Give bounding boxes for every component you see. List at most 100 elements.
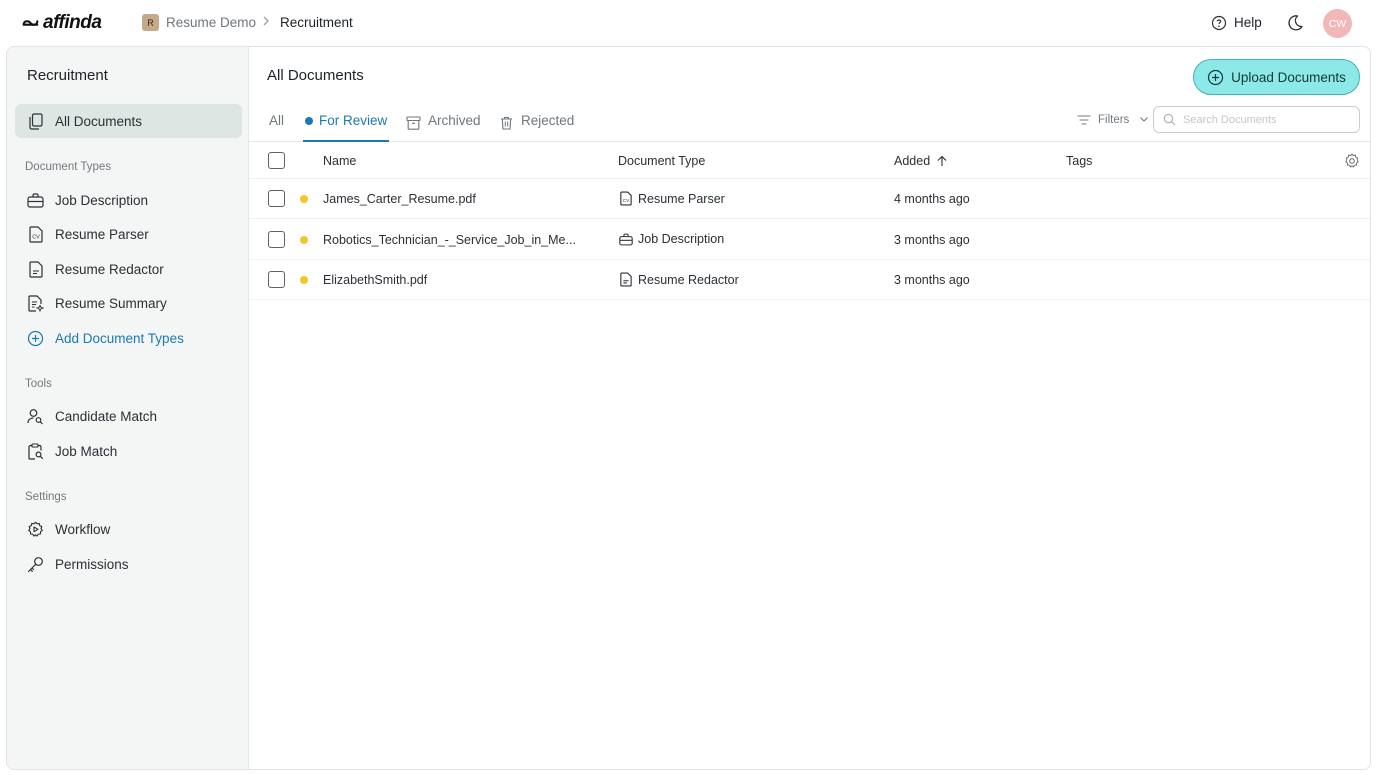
workflow-gear-icon (27, 521, 44, 538)
breadcrumb-current[interactable]: Recruitment (280, 15, 353, 30)
section-tools: Tools (25, 378, 52, 390)
user-search-icon (27, 408, 44, 425)
search-icon (1163, 113, 1176, 126)
upload-documents-label: Upload Documents (1231, 69, 1346, 85)
sidebar-item-all-documents[interactable]: All Documents (15, 104, 242, 138)
page-title: All Documents (267, 67, 364, 84)
cv-document-icon: CV (27, 225, 44, 243)
sidebar-item-label: Job Match (55, 443, 118, 459)
sort-arrow-up-icon[interactable] (936, 155, 948, 167)
column-name-label: Name (323, 154, 357, 168)
document-icon (27, 260, 44, 278)
review-status-dot (300, 236, 308, 244)
row-checkbox[interactable] (268, 231, 285, 248)
affinda-logo-icon (22, 15, 39, 32)
cv-document-icon: CV (619, 191, 633, 206)
tab-rejected[interactable]: Rejected (498, 113, 574, 142)
sidebar-item-label: Resume Summary (55, 295, 167, 311)
filters-button[interactable]: Filters (1075, 111, 1152, 128)
tab-archived[interactable]: Archived (405, 113, 481, 142)
logo-text: affinda (43, 12, 102, 33)
svg-text:CV: CV (623, 198, 630, 203)
added-date: 3 months ago (894, 273, 970, 287)
document-icon (619, 272, 633, 287)
document-name[interactable]: ElizabethSmith.pdf (323, 273, 427, 287)
document-type-label: Job Description (638, 232, 725, 246)
added-date: 4 months ago (894, 192, 970, 206)
workspace-badge[interactable]: R (142, 14, 159, 31)
briefcase-icon (27, 192, 44, 209)
help-label: Help (1234, 15, 1262, 30)
search-box[interactable] (1153, 106, 1360, 133)
section-document-types: Document Types (25, 161, 112, 173)
document-type-label: Resume Parser (638, 191, 725, 206)
table-settings-gear-icon[interactable] (1344, 153, 1360, 169)
sidebar-item-permissions[interactable]: Permissions (15, 547, 242, 581)
plus-circle-icon (1207, 69, 1224, 86)
tab-all[interactable]: All (269, 113, 284, 142)
row-checkbox[interactable] (268, 190, 285, 207)
user-avatar[interactable]: CW (1323, 9, 1352, 38)
sidebar-item-label: All Documents (55, 113, 143, 129)
sidebar-item-resume-redactor[interactable]: Resume Redactor (15, 252, 242, 286)
sidebar-item-job-match[interactable]: Job Match (15, 434, 242, 468)
app-frame: Recruitment All Documents Document Types… (6, 46, 1371, 770)
table-row[interactable]: ElizabethSmith.pdf Resume Redactor 3 mon… (249, 260, 1370, 300)
tab-for-review[interactable]: For Review (303, 113, 390, 142)
tab-label: Rejected (521, 113, 575, 128)
table-header: Name Document Type Added Tags (249, 143, 1370, 179)
search-input[interactable] (1183, 113, 1353, 126)
select-all-checkbox[interactable] (268, 152, 285, 169)
section-settings: Settings (25, 491, 67, 503)
sidebar-item-label: Resume Parser (55, 226, 149, 242)
sidebar-title: Recruitment (27, 67, 108, 84)
tab-label: All (269, 113, 285, 128)
top-bar: affinda R Resume Demo Recruitment Help C… (0, 0, 1377, 46)
dark-mode-moon-icon[interactable] (1285, 13, 1305, 33)
document-type-cell: Job Description (619, 232, 724, 246)
column-tags-label: Tags (1066, 154, 1093, 168)
help-circle-icon (1210, 14, 1227, 31)
breadcrumb-workspace[interactable]: Resume Demo (166, 15, 256, 30)
sidebar-item-job-description[interactable]: Job Description (15, 183, 242, 217)
column-name[interactable]: Name (323, 154, 356, 168)
documents-copy-icon (27, 112, 44, 130)
upload-documents-button[interactable]: Upload Documents (1193, 59, 1360, 95)
chevron-down-icon (1135, 111, 1152, 128)
affinda-logo[interactable]: affinda (22, 12, 102, 34)
document-name[interactable]: Robotics_Technician_-_Service_Job_in_Me.… (323, 233, 576, 247)
sidebar-item-resume-parser[interactable]: CV Resume Parser (15, 217, 242, 251)
tab-label: Archived (428, 113, 481, 128)
sidebar-item-label: Candidate Match (55, 408, 158, 424)
status-tabs: All For Review Archived Rejected Filters… (249, 103, 1370, 142)
trash-icon (498, 114, 515, 131)
column-document-type[interactable]: Document Type (618, 154, 705, 168)
table-row[interactable]: James_Carter_Resume.pdf CV Resume Parser… (249, 179, 1370, 219)
document-type-cell: CV Resume Parser (619, 191, 725, 206)
sidebar-item-label: Permissions (55, 556, 129, 572)
column-tags[interactable]: Tags (1066, 154, 1092, 168)
sidebar-item-label: Workflow (55, 521, 111, 537)
document-name[interactable]: James_Carter_Resume.pdf (323, 192, 476, 206)
plus-circle-icon (27, 330, 44, 347)
sidebar-item-workflow[interactable]: Workflow (15, 512, 242, 546)
document-type-label: Resume Redactor (638, 272, 739, 287)
chevron-right-icon (262, 15, 270, 27)
row-checkbox[interactable] (268, 271, 285, 288)
add-document-types-button[interactable]: Add Document Types (15, 321, 242, 355)
document-type-cell: Resume Redactor (619, 272, 739, 287)
summary-document-icon (27, 294, 44, 312)
help-button[interactable]: Help (1210, 14, 1262, 31)
sidebar-item-candidate-match[interactable]: Candidate Match (15, 399, 242, 433)
sidebar-item-label: Job Description (55, 192, 149, 208)
add-document-types-label: Add Document Types (55, 330, 184, 346)
sidebar: Recruitment All Documents Document Types… (7, 47, 249, 769)
filter-lines-icon (1075, 111, 1092, 128)
column-added[interactable]: Added (894, 154, 948, 168)
table-row[interactable]: Robotics_Technician_-_Service_Job_in_Me.… (249, 220, 1370, 260)
svg-text:CV: CV (32, 234, 40, 240)
sidebar-item-resume-summary[interactable]: Resume Summary (15, 286, 242, 320)
briefcase-icon (619, 232, 633, 246)
column-added-label: Added (894, 154, 931, 168)
tab-label: For Review (319, 113, 388, 128)
